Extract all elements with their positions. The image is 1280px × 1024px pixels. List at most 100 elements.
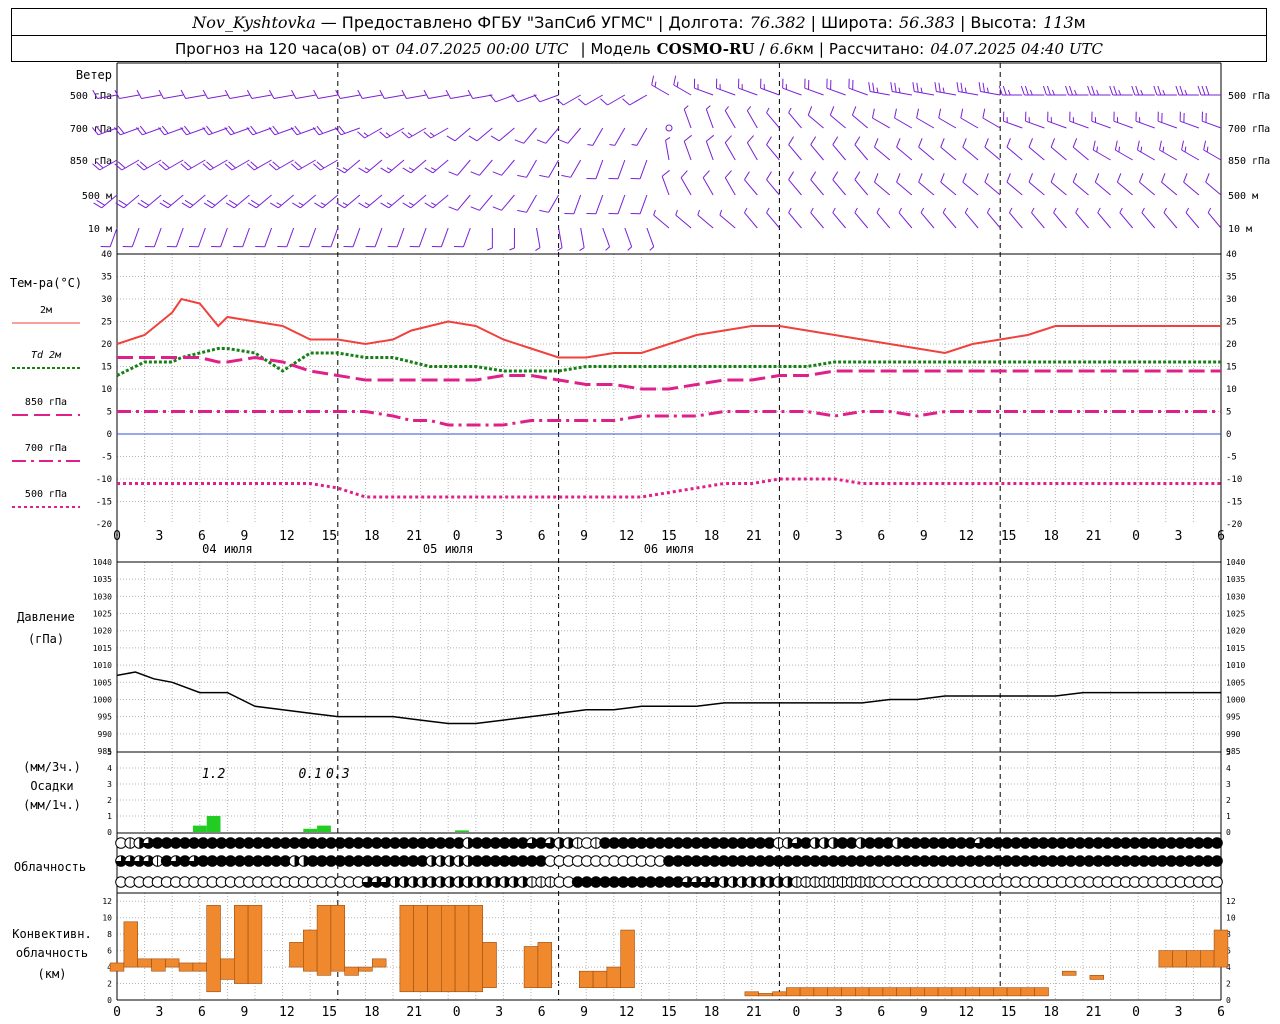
wind-calm-circle — [665, 124, 673, 132]
wind-barb-feather — [1050, 138, 1056, 148]
cloud-symbol — [1211, 876, 1223, 888]
wind-barb-staff — [211, 194, 228, 209]
wind-barb-feather — [492, 206, 502, 211]
y-tick-label-right: 0 — [1226, 828, 1231, 837]
wind-barb-staff — [523, 127, 537, 144]
wind-barb-half-feather — [665, 137, 671, 141]
meteogram-chart: Ветер 500 гПа 500 гПа 700 гПа 700 гПа 850 гПа… — [10, 62, 1270, 1020]
x-tick-hour-label: 9 — [920, 529, 928, 544]
wind-barb-staff — [653, 214, 670, 229]
convective-bar — [1034, 987, 1049, 997]
wind-barb-feather — [1069, 85, 1073, 96]
y-tick-label-left: 1040 — [93, 558, 112, 567]
convective-bar — [592, 970, 608, 988]
wind-barb-staff — [472, 94, 493, 99]
convective-bar — [1020, 987, 1036, 997]
wind-barb-staff — [142, 127, 162, 136]
wind-barb-staff — [498, 127, 515, 142]
x-tick-hour-label-bottom: 15 — [321, 1005, 337, 1020]
wind-barb-feather — [960, 108, 964, 119]
wind-barb-staff — [167, 194, 184, 209]
wind-barb-feather — [1135, 85, 1140, 96]
wind-barb-staff — [1181, 149, 1200, 161]
wind-barb-feather — [555, 98, 564, 106]
wind-barb-half-feather — [605, 246, 610, 251]
wind-barb-staff — [340, 94, 360, 99]
wind-barb-staff — [962, 146, 979, 161]
wind-barb-feather — [423, 131, 432, 139]
wind-barb-staff — [573, 194, 582, 214]
wind-barb-staff — [277, 194, 294, 209]
wind-barb-staff — [1163, 212, 1178, 229]
wind-barb-half-feather — [766, 107, 770, 113]
y-tick-label-right: 1040 — [1226, 558, 1245, 567]
wind-barb-staff — [362, 94, 383, 99]
wind-barb-feather — [358, 202, 367, 209]
y-tick-label-left: 4 — [107, 764, 112, 773]
wind-barb-half-feather — [724, 106, 729, 111]
wind-barb-staff — [617, 194, 626, 214]
wind-barb-feather — [918, 173, 923, 183]
wind-barb-staff — [1028, 181, 1045, 196]
wind-barb-feather — [357, 131, 365, 139]
wind-barb-staff — [914, 91, 935, 96]
wind-barb-feather — [117, 125, 125, 134]
wind-barb-staff — [592, 127, 604, 146]
y-tick-label-right: 990 — [1226, 730, 1241, 739]
wind-barb-feather — [1183, 173, 1188, 183]
wind-barb-staff — [892, 91, 912, 96]
wind-barb-staff — [744, 179, 758, 196]
wind-barb-feather — [810, 136, 817, 145]
y-tick-label-right: -20 — [1226, 520, 1242, 530]
wind-barb-feather — [292, 202, 301, 209]
wind-barb-staff — [870, 91, 890, 96]
wind-barb-half-feather — [1096, 146, 1099, 153]
cloud-symbol — [1211, 855, 1223, 867]
wind-barb-half-feather — [1029, 89, 1033, 96]
wind-barb-staff — [624, 227, 633, 247]
convective-bar — [234, 905, 249, 984]
y-tick-label-right: 0 — [1226, 996, 1231, 1005]
wind-barb-staff — [410, 159, 427, 174]
wind-barb-half-feather — [986, 207, 991, 213]
wind-barb-half-feather — [1053, 207, 1057, 213]
y-tick-label-left: 35 — [101, 273, 112, 283]
x-tick-hour-label: 3 — [495, 529, 503, 544]
wind-barb-staff — [145, 194, 162, 209]
wind-barb-half-feather — [298, 202, 304, 206]
wind-barb-feather — [1087, 85, 1092, 96]
wind-barb-feather — [1094, 173, 1100, 183]
x-tick-hour-label-bottom: 6 — [538, 1005, 546, 1020]
wind-title: Ветер — [76, 68, 112, 82]
wind-barb-staff — [526, 159, 537, 178]
wind-barb-feather — [1136, 140, 1140, 151]
precip-total-label: 0.3 — [326, 767, 349, 782]
wind-barb-staff — [1072, 181, 1089, 196]
wind-barb-half-feather — [627, 246, 633, 251]
wind-barb-staff — [1097, 212, 1111, 229]
y-tick-label-left: 8 — [107, 930, 112, 939]
wind-barb-staff — [1113, 120, 1133, 129]
wind-barb-feather — [490, 135, 500, 142]
y-tick-label-right: 1 — [1226, 812, 1231, 821]
convective-bar — [854, 987, 870, 997]
wind-level-label-left: 700 гПа — [70, 124, 112, 135]
wind-barb-staff — [874, 181, 891, 196]
precip-bar — [317, 825, 331, 832]
legend-label: 2м — [40, 305, 52, 316]
wind-barb-feather — [651, 75, 655, 86]
y-tick-label-left: -5 — [101, 453, 112, 463]
wind-barb-feather — [916, 108, 920, 119]
wind-barb-feather — [706, 134, 715, 142]
wind-barb-feather — [673, 75, 677, 86]
wind-barb-feather — [470, 206, 480, 211]
wind-barb-feather — [1197, 85, 1202, 96]
wind-barb-staff — [636, 127, 648, 146]
wind-barb-half-feather — [1140, 89, 1144, 96]
precip-title: Осадки — [30, 779, 73, 793]
wind-barb-staff — [607, 94, 626, 106]
wind-barb-feather — [810, 171, 817, 180]
wind-barb-staff — [187, 159, 206, 171]
convective-bar — [178, 962, 194, 972]
wind-barb-staff — [829, 114, 846, 129]
